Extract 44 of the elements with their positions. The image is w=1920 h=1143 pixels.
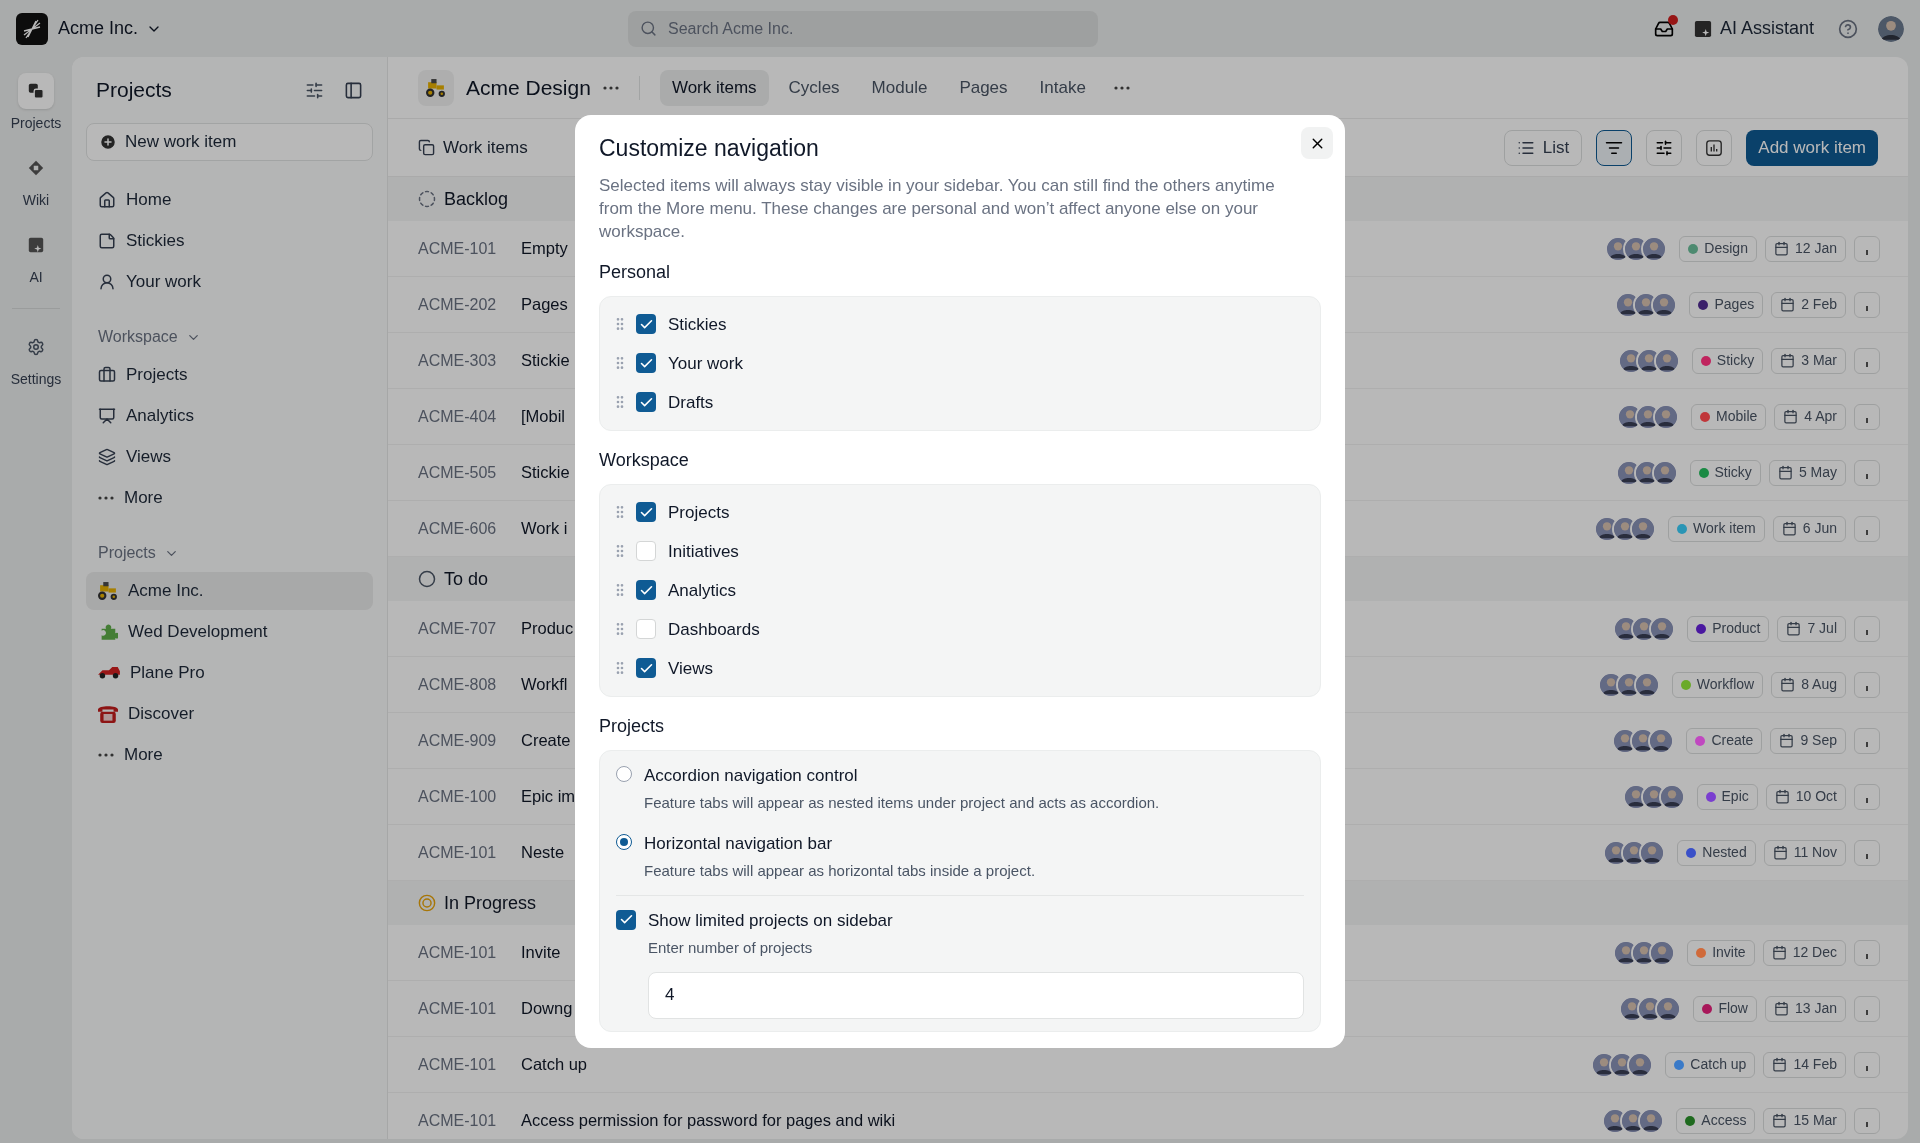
- option-label: Initiatives: [668, 540, 739, 563]
- rail-label: Projects: [10, 114, 62, 133]
- sidebar-title: Projects: [96, 77, 173, 104]
- radio-label: Accordion navigation control: [644, 764, 859, 787]
- option-label: Views: [668, 657, 714, 680]
- project-name: Acme Design: [466, 74, 591, 101]
- toolbar-title: Work items: [443, 136, 528, 159]
- option-label: Drafts: [668, 391, 714, 414]
- work-item-id: ACME-101: [418, 942, 498, 963]
- work-item-id: ACME-101: [418, 1110, 498, 1131]
- radio-description: Feature tabs will appear as nested items under project and acts as accordion.: [644, 793, 1160, 814]
- rail-label: Settings: [10, 370, 62, 389]
- group-title: To do: [444, 567, 489, 591]
- work-item-id: ACME-404: [418, 406, 498, 427]
- rail-label: AI: [29, 268, 43, 287]
- work-item-id: ACME-909: [418, 730, 498, 751]
- option-label: Dashboards: [668, 618, 760, 641]
- option-label: Projects: [668, 501, 730, 524]
- field-hint: Enter number of projects: [648, 938, 814, 959]
- work-item-id: ACME-505: [418, 462, 498, 483]
- checkbox-label: Show limited projects on sidebar: [648, 909, 894, 932]
- option-label: Stickies: [668, 313, 727, 336]
- work-item-id: ACME-100: [418, 786, 498, 807]
- section-title: Workspace: [599, 448, 690, 472]
- work-item-id: ACME-606: [418, 518, 498, 539]
- option-label: Analytics: [668, 579, 737, 602]
- rail-label: Wiki: [22, 191, 50, 210]
- work-item-id: ACME-808: [418, 674, 498, 695]
- section-title: Projects: [599, 714, 666, 738]
- modal-title: Customize navigation: [599, 134, 819, 164]
- option-label: Your work: [668, 352, 743, 375]
- modal-description: Selected items will always stay visible in your sidebar. You can still find the others anytime from the More menu. These changes are personal and won’t affect anyone else on your workspace.: [599, 174, 1276, 243]
- work-item-id: ACME-707: [418, 618, 498, 639]
- radio-description: Feature tabs will appear as horizontal tabs inside a project.: [644, 861, 1036, 882]
- work-item-id: ACME-101: [418, 1054, 498, 1075]
- work-item-id: ACME-101: [418, 238, 498, 259]
- work-item-id: ACME-303: [418, 350, 498, 371]
- work-item-id: ACME-101: [418, 842, 498, 863]
- radio-label: Horizontal navigation bar: [644, 832, 834, 855]
- group-title: In Progress: [444, 891, 537, 915]
- work-item-id: ACME-101: [418, 998, 498, 1019]
- section-title: Personal: [599, 260, 672, 284]
- group-title: Backlog: [444, 187, 509, 211]
- work-item-id: ACME-202: [418, 294, 498, 315]
